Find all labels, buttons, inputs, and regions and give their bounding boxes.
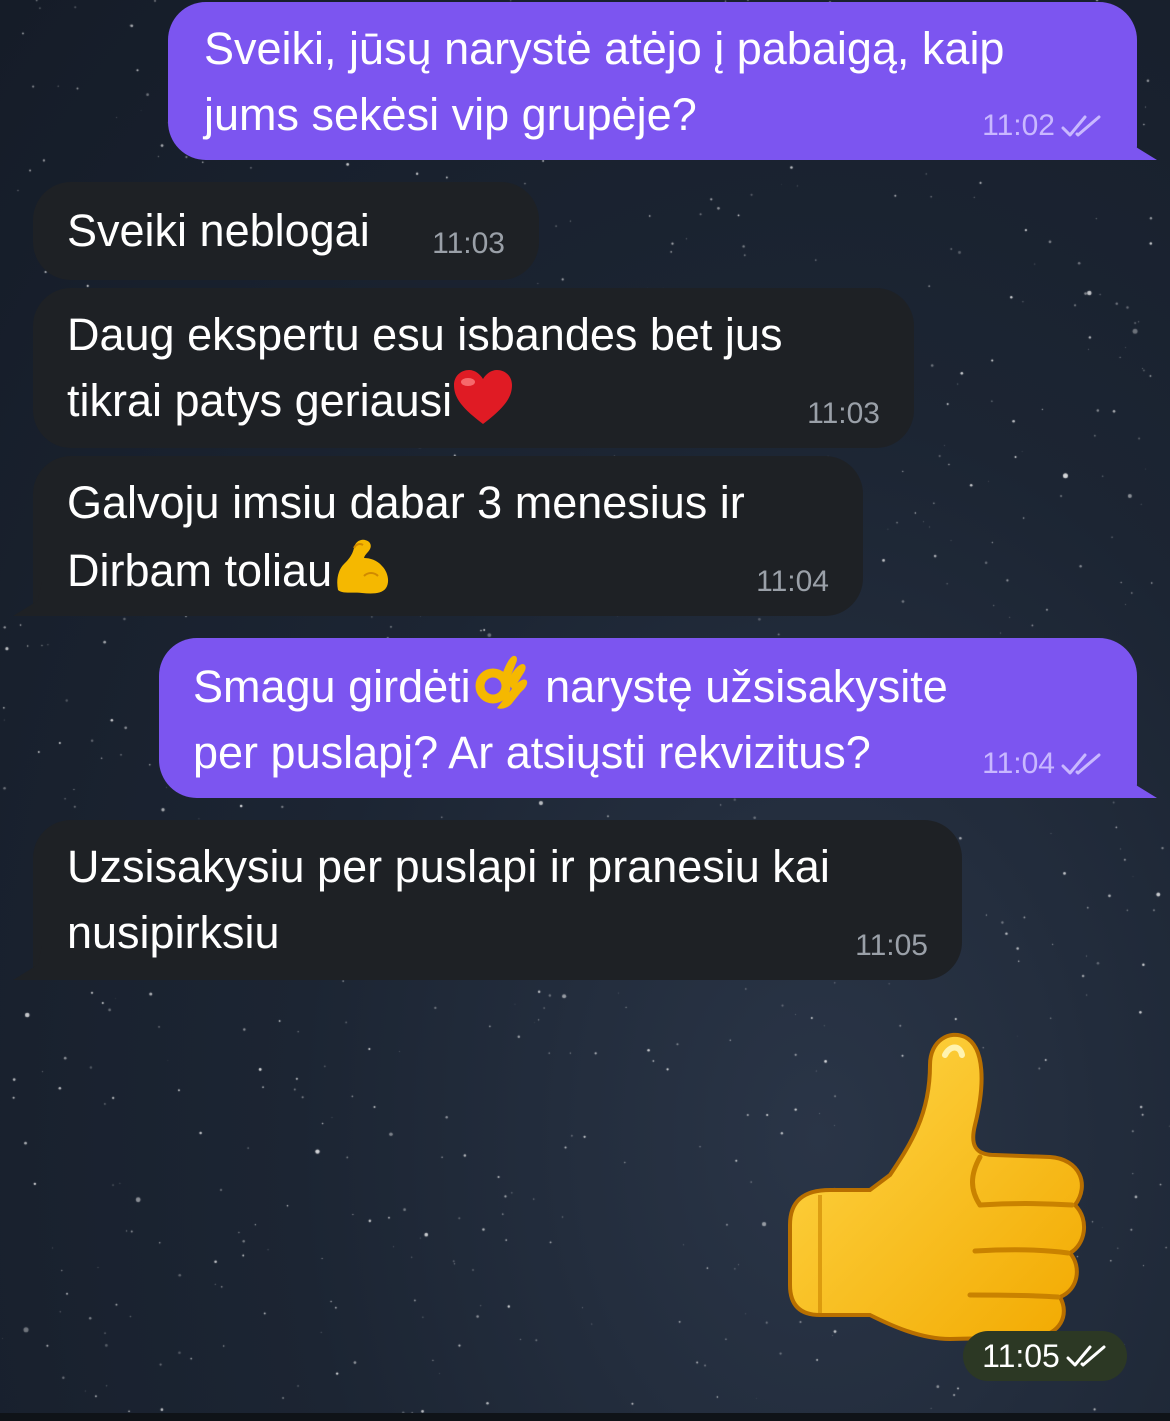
double-check-icon xyxy=(1061,115,1101,137)
double-check-icon xyxy=(1061,753,1101,775)
message-meta: 11:04 xyxy=(982,746,1103,782)
message-time: 11:02 xyxy=(982,109,1055,142)
chat-view: Sveiki, jūsų narystė atėjo į pabaigą, ka… xyxy=(0,0,1170,1421)
message-meta: 11:02 xyxy=(982,108,1103,144)
red-heart-emoji xyxy=(454,370,513,424)
message-outgoing[interactable]: Smagu girdėti narystę užsisakysite per p… xyxy=(159,638,1137,798)
message-time: 11:05 xyxy=(982,1338,1060,1374)
message-text-line: Smagu girdėti narystę užsisakysite xyxy=(193,652,1137,720)
message-text-line: Galvoju imsiu dabar 3 menesius ir xyxy=(67,477,745,528)
bottom-edge xyxy=(0,1413,1170,1421)
message-incoming[interactable]: Galvoju imsiu dabar 3 menesius ir Dirbam… xyxy=(33,456,863,616)
ok-hand-emoji xyxy=(475,655,527,709)
message-meta: 11:03 xyxy=(432,226,505,262)
message-incoming[interactable]: Uzsisakysiu per puslapi ir pranesiu kai … xyxy=(33,820,962,980)
thumbs-up-sticker[interactable] xyxy=(780,1025,1110,1345)
sticker-meta: 11:05 xyxy=(963,1331,1127,1381)
message-meta: 11:04 xyxy=(756,564,829,600)
message-meta: 11:03 xyxy=(807,396,880,432)
message-time: 11:04 xyxy=(756,565,829,598)
message-incoming[interactable]: Sveiki neblogai 11:03 xyxy=(33,182,539,280)
message-meta: 11:05 xyxy=(855,928,928,964)
message-text-line: Daug ekspertu esu isbandes bet jus xyxy=(67,309,783,360)
message-outgoing[interactable]: Sveiki, jūsų narystė atėjo į pabaigą, ka… xyxy=(168,2,1137,160)
message-time: 11:03 xyxy=(432,227,505,260)
message-time: 11:05 xyxy=(855,929,928,962)
flexed-biceps-emoji xyxy=(337,539,389,594)
message-incoming[interactable]: Daug ekspertu esu isbandes bet jus tikra… xyxy=(33,288,914,448)
double-check-icon xyxy=(1066,1345,1106,1367)
message-text-line: tikrai patys geriausi xyxy=(67,368,914,434)
message-time: 11:04 xyxy=(982,747,1055,780)
message-text: Uzsisakysiu per puslapi ir pranesiu kai … xyxy=(67,841,830,958)
message-time: 11:03 xyxy=(807,397,880,430)
message-text-line: Dirbam toliau xyxy=(67,536,863,604)
